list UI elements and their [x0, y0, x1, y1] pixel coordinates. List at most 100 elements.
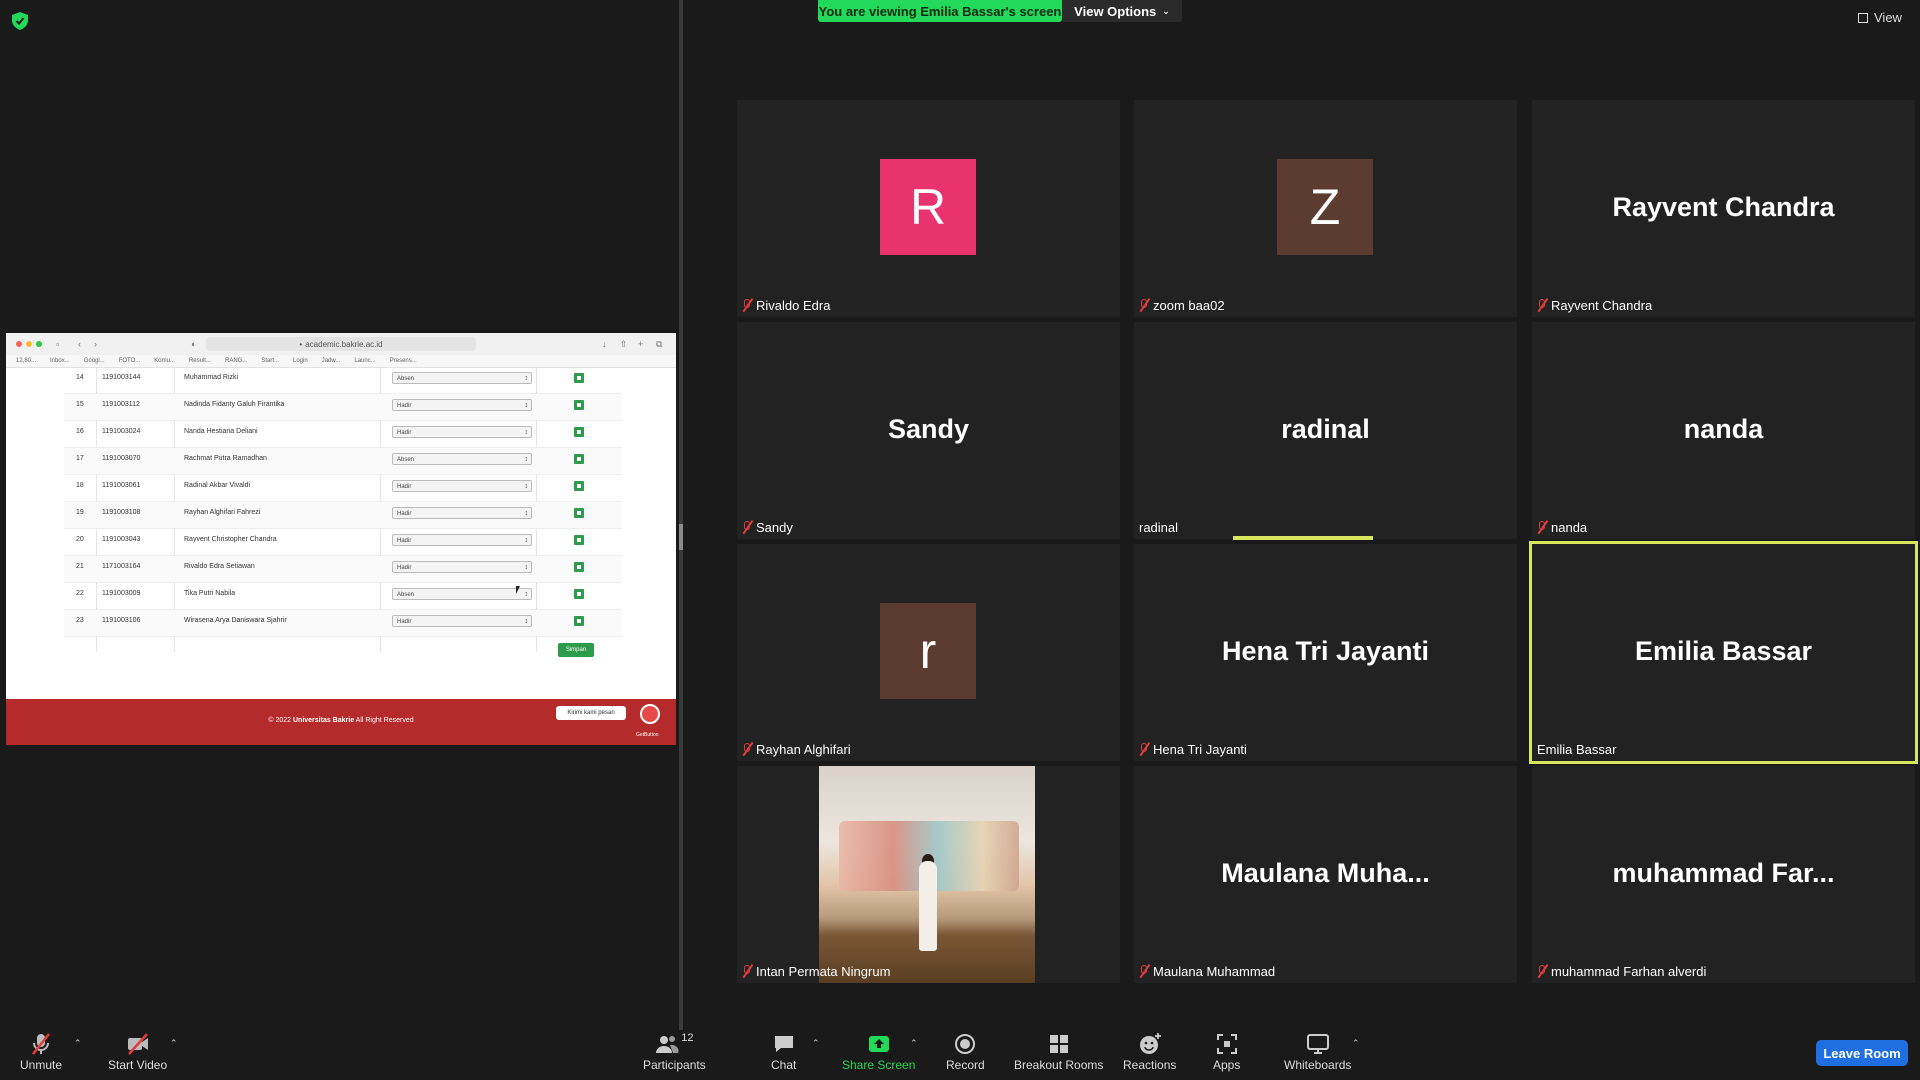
bookmark-item[interactable]: Presens... — [390, 358, 417, 364]
bookmark-item[interactable]: Launc... — [354, 358, 375, 364]
apps-button[interactable]: Apps — [1213, 1032, 1240, 1072]
security-shield-icon[interactable] — [12, 12, 28, 30]
address-bar[interactable]: • academic.bakrie.ac.id — [206, 337, 476, 351]
save-row-icon[interactable] — [574, 508, 584, 518]
tabs-overview-icon[interactable]: ⧉ — [656, 339, 662, 350]
view-button[interactable]: View — [1858, 10, 1902, 25]
whiteboards-caret-icon[interactable]: ⌃ — [1352, 1038, 1360, 1049]
table-row: 21 1171003164 Rivaldo Edra Setiawan Hadir — [64, 556, 622, 583]
participant-tile[interactable]: R Rivaldo Edra — [737, 100, 1120, 317]
participant-avatar: R — [880, 159, 976, 255]
participant-display-name: Hena Tri Jayanti — [1221, 636, 1430, 666]
save-row-icon[interactable] — [574, 589, 584, 599]
view-options-button[interactable]: View Options ⌄ — [1062, 0, 1182, 22]
unmute-label: Unmute — [20, 1058, 63, 1072]
participants-button[interactable]: 12 Participants — [643, 1032, 706, 1072]
bookmark-item[interactable]: Googl... — [84, 358, 105, 364]
participant-tile[interactable]: Hena Tri Jayanti Hena Tri Jayanti — [1134, 544, 1517, 761]
attendance-select[interactable]: Hadir — [392, 480, 532, 493]
audio-options-caret-icon[interactable]: ⌃ — [74, 1038, 82, 1049]
attendance-select[interactable]: Hadir — [392, 534, 532, 547]
participant-tile[interactable]: radinal radinal — [1134, 322, 1517, 539]
student-name: Rivaldo Edra Setiawan — [184, 563, 255, 570]
attendance-select[interactable]: Hadir — [392, 507, 532, 520]
participant-tile[interactable]: r Rayhan Alghifari — [737, 544, 1120, 761]
minimize-dot-icon[interactable] — [26, 341, 32, 347]
bookmark-item[interactable]: Start... — [261, 358, 279, 364]
student-name: Wirasena Arya Daniswara Sjahrir — [184, 617, 287, 624]
student-id: 1191003108 — [102, 509, 141, 516]
share-options-caret-icon[interactable]: ⌃ — [910, 1038, 918, 1049]
chat-prompt[interactable]: Kirimi kami pesan — [556, 706, 626, 720]
save-row-icon[interactable] — [574, 616, 584, 626]
save-button[interactable]: Simpan — [558, 643, 594, 657]
bookmark-item[interactable]: Result... — [189, 358, 211, 364]
participant-name: Hena Tri Jayanti — [1153, 742, 1247, 757]
breakout-rooms-button[interactable]: Breakout Rooms — [1014, 1032, 1103, 1072]
attendance-select[interactable]: Absen — [392, 372, 532, 385]
video-options-caret-icon[interactable]: ⌃ — [170, 1038, 178, 1049]
bookmark-item[interactable]: Inbox... — [50, 358, 70, 364]
save-row-icon[interactable] — [574, 562, 584, 572]
participants-label: Participants — [643, 1058, 706, 1072]
leave-room-button[interactable]: Leave Room — [1816, 1040, 1908, 1066]
sidebar-icon[interactable]: ▫ — [56, 339, 59, 349]
bookmark-item[interactable]: Jadw... — [322, 358, 341, 364]
share-screen-button[interactable]: Share Screen — [842, 1032, 915, 1072]
participant-tile[interactable]: Intan Permata Ningrum — [737, 766, 1120, 983]
forward-icon[interactable]: › — [94, 339, 97, 349]
apps-label: Apps — [1213, 1058, 1241, 1072]
save-row-icon[interactable] — [574, 535, 584, 545]
chat-button[interactable]: Chat — [771, 1032, 796, 1072]
save-row-icon[interactable] — [574, 373, 584, 383]
student-id: 1191003106 — [102, 617, 141, 624]
row-number: 20 — [76, 536, 84, 543]
shared-screen[interactable]: ▫ ‹ › ◐ • academic.bakrie.ac.id ↓ ⇧ + ⧉ … — [6, 333, 676, 745]
bookmark-item[interactable]: FOTO... — [119, 358, 141, 364]
participant-tile[interactable]: Sandy Sandy — [737, 322, 1120, 539]
whiteboards-button[interactable]: Whiteboards — [1284, 1032, 1351, 1072]
start-video-button[interactable]: Start Video — [108, 1032, 167, 1072]
attendance-select[interactable]: Absen — [392, 453, 532, 466]
bookmark-item[interactable]: 12,80... — [16, 358, 36, 364]
bookmark-item[interactable]: RANG... — [225, 358, 247, 364]
chat-options-caret-icon[interactable]: ⌃ — [812, 1038, 820, 1049]
bookmark-item[interactable]: Komu... — [154, 358, 175, 364]
share-icon[interactable]: ⇧ — [620, 339, 628, 350]
reactions-button[interactable]: Reactions — [1123, 1032, 1176, 1072]
participant-tile[interactable]: Maulana Muha... Maulana Muhammad — [1134, 766, 1517, 983]
save-row-icon[interactable] — [574, 400, 584, 410]
maximize-dot-icon[interactable] — [36, 341, 42, 347]
bookmark-item[interactable]: Login — [293, 358, 308, 364]
attendance-select[interactable]: Hadir — [392, 615, 532, 628]
participant-tile[interactable]: Zzoom baa02 — [1134, 100, 1517, 317]
table-row: 16 1191003024 Nanda Hestiana Deliani Hadir — [64, 421, 622, 448]
mic-muted-icon — [742, 965, 752, 978]
divider-handle[interactable] — [679, 524, 683, 550]
attendance-select[interactable]: Absen — [392, 588, 532, 601]
save-row-icon[interactable] — [574, 427, 584, 437]
split-divider[interactable] — [679, 0, 683, 1030]
chat-bubble-icon[interactable] — [640, 704, 660, 724]
attendance-table: 14 1191003144 Muhammad Rizki Absen 15 1191003… — [64, 367, 622, 637]
privacy-icon[interactable]: ◐ — [191, 339, 196, 349]
save-row-icon[interactable] — [574, 481, 584, 491]
attendance-select[interactable]: Hadir — [392, 399, 532, 412]
participant-label: Emilia Bassar — [1537, 742, 1616, 757]
participant-video — [819, 766, 1035, 983]
attendance-select[interactable]: Hadir — [392, 426, 532, 439]
participant-tile[interactable]: nanda nanda — [1532, 322, 1915, 539]
row-number: 22 — [76, 590, 84, 597]
participant-tile[interactable]: muhammad Far... muhammad Farhan alverdi — [1532, 766, 1915, 983]
close-dot-icon[interactable] — [16, 341, 22, 347]
save-row-icon[interactable] — [574, 454, 584, 464]
participant-tile[interactable]: Emilia Bassar Emilia Bassar — [1529, 541, 1918, 764]
record-button[interactable]: Record — [946, 1032, 985, 1072]
mic-muted-icon — [1537, 965, 1547, 978]
unmute-button[interactable]: Unmute — [20, 1032, 62, 1072]
participant-tile[interactable]: Rayvent Chandra Rayvent Chandra — [1532, 100, 1915, 317]
download-icon[interactable]: ↓ — [602, 339, 607, 349]
attendance-select[interactable]: Hadir — [392, 561, 532, 574]
new-tab-icon[interactable]: + — [638, 339, 643, 349]
back-icon[interactable]: ‹ — [78, 339, 81, 349]
